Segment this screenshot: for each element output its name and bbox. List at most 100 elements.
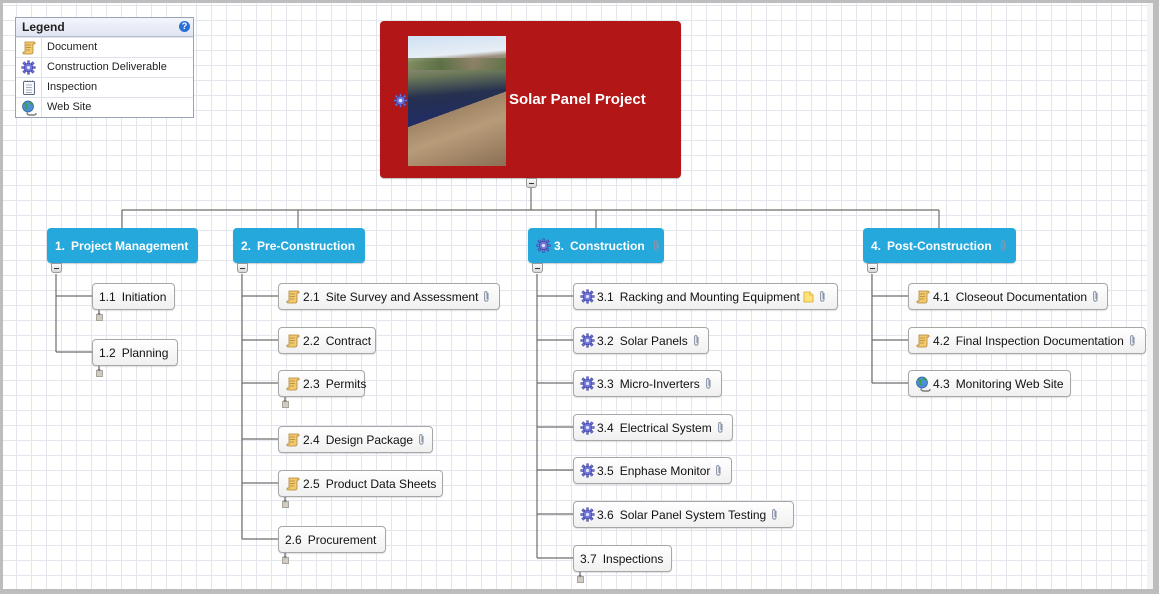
wbs-item-permits[interactable]: 2.3 Permits [278, 370, 366, 397]
branch-number: 3. [554, 238, 565, 253]
legend-item-document: Document [16, 37, 193, 57]
document-icon [285, 333, 301, 349]
branch-node-construction[interactable]: 3. Construction [528, 228, 664, 263]
gear-icon [580, 333, 595, 348]
legend-item-construction-deliverable: Construction Deliverable [16, 57, 193, 77]
notepad-icon [16, 78, 42, 97]
item-number: 2.4 [303, 432, 320, 447]
attachment-icon[interactable] [418, 433, 425, 446]
attachment-icon[interactable] [483, 290, 490, 303]
wbs-item-racking-and-mounting-equipment[interactable]: 3.1 Racking and Mounting Equipment [573, 283, 838, 310]
collapse-toggle-post-construction[interactable] [867, 263, 878, 273]
attachment-icon[interactable] [1092, 290, 1099, 303]
wbs-item-procurement[interactable]: 2.6 Procurement [278, 526, 386, 553]
wbs-item-electrical-system[interactable]: 3.4 Electrical System [573, 414, 733, 441]
item-label: Solar Panels [619, 333, 688, 348]
gear-icon [536, 238, 551, 253]
collapse-toggle-project-management[interactable] [51, 263, 62, 273]
attachment-icon[interactable] [1000, 239, 1007, 252]
item-label: Enphase Monitor [619, 463, 711, 478]
gear-icon [16, 58, 42, 77]
item-number: 3.4 [597, 420, 614, 435]
gear-icon [580, 463, 595, 478]
branch-number: 1. [55, 238, 66, 253]
gear-icon [393, 93, 408, 113]
expand-toggle-procurement[interactable] [282, 554, 289, 564]
collapse-toggle-construction[interactable] [532, 263, 543, 273]
document-icon [285, 289, 301, 305]
gear-icon [580, 420, 595, 435]
item-number: 3.2 [597, 333, 614, 348]
wbs-item-initiation[interactable]: 1.1 Initiation [92, 283, 175, 310]
wbs-item-final-inspection-documentation[interactable]: 4.2 Final Inspection Documentation [908, 327, 1146, 354]
item-number: 2.2 [303, 333, 320, 348]
legend-item-inspection: Inspection [16, 77, 193, 97]
item-number: 2.3 [303, 376, 320, 391]
wbs-item-planning[interactable]: 1.2 Planning [92, 339, 178, 366]
attachment-icon[interactable] [653, 239, 660, 252]
document-icon [285, 432, 301, 448]
diagram-canvas[interactable]: Legend ? Document Construction Deliverab… [3, 3, 1153, 589]
item-number: 4.1 [933, 289, 950, 304]
wbs-item-contract[interactable]: 2.2 Contract [278, 327, 376, 354]
item-number: 2.5 [303, 476, 320, 491]
wbs-item-solar-panels[interactable]: 3.2 Solar Panels [573, 327, 709, 354]
collapse-toggle-root[interactable] [526, 178, 537, 188]
item-number: 1.2 [99, 345, 116, 360]
branch-node-pre-construction[interactable]: 2. Pre-Construction [233, 228, 365, 263]
item-label: Site Survey and Assessment [325, 289, 479, 304]
expand-toggle-planning[interactable] [96, 367, 103, 377]
wbs-item-site-survey-and-assessment[interactable]: 2.1 Site Survey and Assessment [278, 283, 500, 310]
branch-node-post-construction[interactable]: 4. Post-Construction [863, 228, 1016, 263]
root-title: Solar Panel Project [509, 91, 646, 108]
attachment-icon[interactable] [693, 334, 700, 347]
legend-panel: Legend ? Document Construction Deliverab… [15, 17, 194, 118]
gear-icon [580, 289, 595, 304]
expand-toggle-permits[interactable] [282, 398, 289, 408]
branch-node-project-management[interactable]: 1. Project Management [47, 228, 198, 263]
attachment-icon[interactable] [717, 421, 724, 434]
item-number: 2.6 [285, 532, 302, 547]
wbs-item-product-data-sheets[interactable]: 2.5 Product Data Sheets [278, 470, 443, 497]
item-label: Racking and Mounting Equipment [619, 289, 800, 304]
legend-title: Legend [22, 20, 65, 34]
wbs-item-solar-panel-system-testing[interactable]: 3.6 Solar Panel System Testing [573, 501, 794, 528]
item-label: Inspections [602, 551, 664, 566]
legend-header: Legend ? [16, 18, 193, 37]
solar-roof-photo [408, 36, 506, 166]
attachment-icon[interactable] [705, 377, 712, 390]
item-number: 3.1 [597, 289, 614, 304]
item-label: Procurement [307, 532, 377, 547]
legend-item-web-site: Web Site [16, 97, 193, 117]
branch-label: Project Management [71, 238, 189, 253]
wbs-item-inspections[interactable]: 3.7 Inspections [573, 545, 672, 572]
legend-label: Web Site [47, 101, 92, 113]
wbs-item-micro-inverters[interactable]: 3.3 Micro-Inverters [573, 370, 722, 397]
item-label: Initiation [121, 289, 167, 304]
item-label: Design Package [325, 432, 414, 447]
collapse-toggle-pre-construction[interactable] [237, 263, 248, 273]
item-label: Monitoring Web Site [955, 376, 1064, 391]
branch-number: 4. [871, 238, 882, 253]
note-icon[interactable] [803, 291, 814, 303]
wbs-item-design-package[interactable]: 2.4 Design Package [278, 426, 433, 453]
item-number: 3.3 [597, 376, 614, 391]
legend-label: Inspection [47, 81, 98, 93]
item-label: Micro-Inverters [619, 376, 700, 391]
wbs-item-closeout-documentation[interactable]: 4.1 Closeout Documentation [908, 283, 1108, 310]
help-icon[interactable]: ? [179, 21, 190, 32]
wbs-item-enphase-monitor[interactable]: 3.5 Enphase Monitor [573, 457, 732, 484]
attachment-icon[interactable] [1129, 334, 1136, 347]
document-icon [285, 476, 301, 492]
item-label: Electrical System [619, 420, 712, 435]
gear-icon [580, 507, 595, 522]
attachment-icon[interactable] [771, 508, 778, 521]
document-icon [915, 289, 931, 305]
wbs-item-monitoring-web-site[interactable]: 4.3 Monitoring Web Site [908, 370, 1071, 397]
attachment-icon[interactable] [819, 290, 826, 303]
expand-toggle-inspections[interactable] [577, 573, 584, 583]
root-node[interactable]: Solar Panel Project [380, 21, 681, 178]
attachment-icon[interactable] [715, 464, 722, 477]
expand-toggle-initiation[interactable] [96, 311, 103, 321]
expand-toggle-product-data-sheets[interactable] [282, 498, 289, 508]
